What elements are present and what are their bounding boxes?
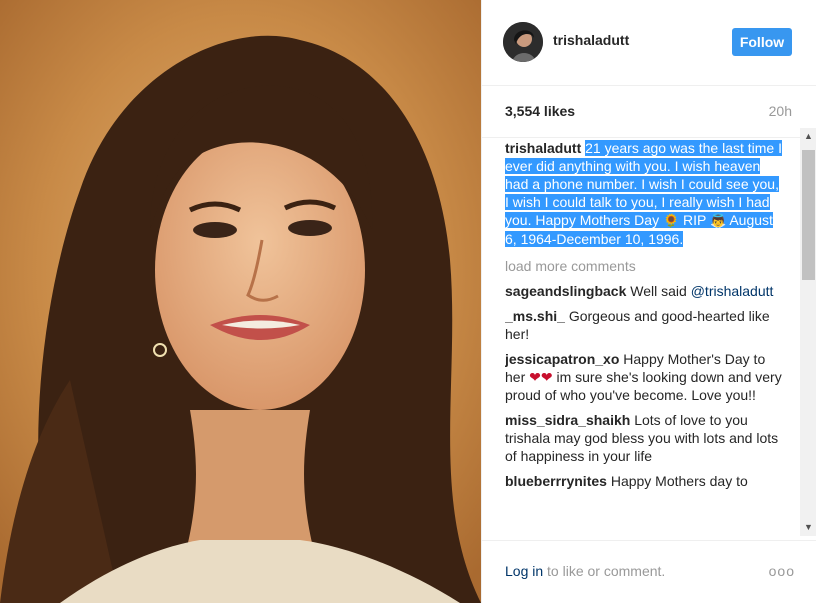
comment-username[interactable]: miss_sidra_shaikh	[505, 412, 630, 428]
comment-username[interactable]: sageandslingback	[505, 283, 626, 299]
login-prompt-text: to like or comment.	[547, 563, 666, 579]
post-caption: trishaladutt 21 years ago was the last t…	[505, 138, 785, 248]
caption-username[interactable]: trishaladutt	[505, 140, 581, 156]
post-time[interactable]: 20h	[769, 103, 792, 119]
comment-username[interactable]: blueberrrynites	[505, 473, 607, 489]
post-username[interactable]: trishaladutt	[553, 32, 629, 48]
caption-text: 21 years ago was the last time I ever di…	[505, 140, 782, 247]
comment-item: jessicapatron_xo Happy Mother's Day to h…	[505, 350, 785, 404]
comment-item: sageandslingback Well said @trishaladutt	[505, 282, 785, 300]
comment-text: Well said	[630, 283, 687, 299]
post-footer: Log in to like or comment. ooo	[482, 540, 816, 603]
caption-text-part: RIP	[683, 212, 707, 228]
likes-row: 3,554 likes 20h	[482, 86, 816, 138]
login-prompt: Log in to like or comment.	[505, 563, 665, 579]
more-options-icon[interactable]: ooo	[769, 563, 795, 579]
comment-item: miss_sidra_shaikh Lots of love to you tr…	[505, 411, 785, 465]
avatar-image	[503, 22, 543, 62]
scrollbar-thumb[interactable]	[802, 150, 815, 280]
comments-scrollbar[interactable]: ▲ ▼	[800, 128, 816, 536]
scroll-down-arrow-icon[interactable]: ▼	[800, 519, 816, 536]
sunflower-icon: 🌻	[662, 213, 680, 228]
comments-list: trishaladutt 21 years ago was the last t…	[505, 138, 785, 538]
comment-username[interactable]: _ms.shi_	[505, 308, 565, 324]
post-header: trishaladutt Follow	[482, 0, 816, 86]
comment-username[interactable]: jessicapatron_xo	[505, 351, 619, 367]
load-more-comments[interactable]: load more comments	[505, 257, 785, 275]
comment-mention[interactable]: @trishaladutt	[691, 283, 774, 299]
comment-item: blueberrrynites Happy Mothers day to	[505, 472, 785, 490]
heart-icon: ❤❤	[529, 369, 553, 385]
avatar[interactable]	[503, 22, 543, 62]
portrait-image	[0, 0, 481, 603]
likes-count[interactable]: 3,554 likes	[505, 103, 575, 119]
angel-icon: 👼	[710, 213, 727, 228]
login-link[interactable]: Log in	[505, 563, 543, 579]
comment-text: Happy Mothers day to	[610, 473, 748, 489]
follow-button[interactable]: Follow	[732, 28, 792, 56]
comment-item: _ms.shi_ Gorgeous and good-hearted like …	[505, 307, 785, 343]
post-photo	[0, 0, 481, 603]
scroll-up-arrow-icon[interactable]: ▲	[800, 128, 816, 145]
post-side-panel: trishaladutt Follow 3,554 likes 20h tris…	[481, 0, 816, 603]
